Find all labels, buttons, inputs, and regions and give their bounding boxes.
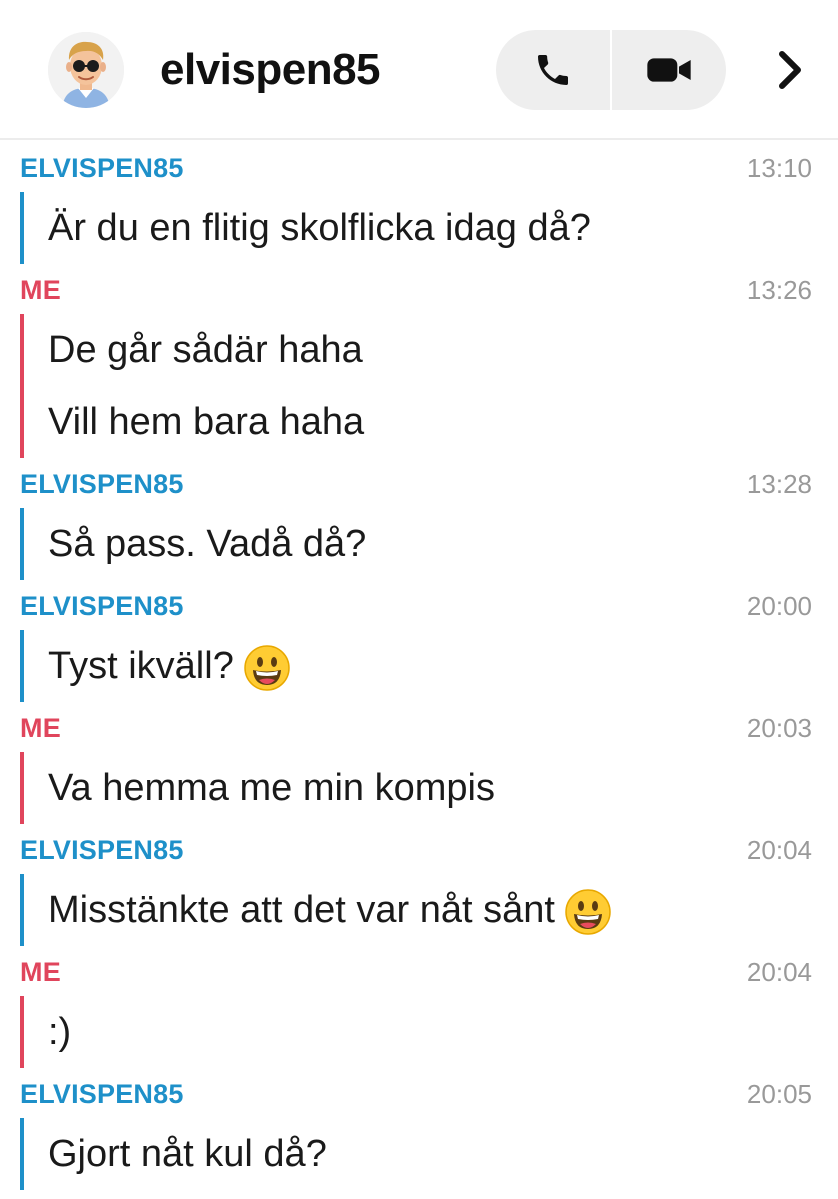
grinning-face-emoji-icon bbox=[565, 887, 611, 935]
message-text-line: Misstänkte att det var nåt sånt bbox=[48, 874, 838, 946]
chevron-right-icon[interactable] bbox=[764, 42, 814, 98]
message-group: ME 20:04:) bbox=[0, 946, 838, 1068]
message-body[interactable]: Misstänkte att det var nåt sånt bbox=[20, 874, 838, 946]
chat-header: elvispen85 bbox=[0, 0, 838, 140]
message-text-line: :) bbox=[48, 996, 838, 1068]
video-camera-icon bbox=[647, 58, 691, 82]
sender-name: ELVISPEN85 bbox=[20, 153, 184, 183]
message-group: ME 13:26 De går sådär haha Vill hem bara ha… bbox=[0, 264, 838, 458]
bitmoji-avatar-icon[interactable] bbox=[48, 32, 124, 108]
message-text-line: Vill hem bara haha bbox=[48, 386, 838, 458]
message-meta: ELVISPEN85 20:05 bbox=[0, 1068, 838, 1118]
message-text: De går sådär haha bbox=[48, 329, 363, 371]
message-timestamp: 13:28 bbox=[746, 469, 812, 499]
message-timestamp: 20:00 bbox=[746, 591, 812, 621]
message-text-line: Är du en flitig skolflicka idag då? bbox=[48, 192, 838, 264]
message-meta: ELVISPEN85 20:00 bbox=[0, 580, 838, 630]
sender-name: ELVISPEN85 bbox=[20, 1079, 184, 1109]
message-text-line: Va hemma me min kompis bbox=[48, 752, 838, 824]
call-controls bbox=[496, 30, 726, 110]
message-timestamp: 20:05 bbox=[746, 1079, 812, 1109]
message-group: ELVISPEN85 20:05 Gjort nåt kul då? bbox=[0, 1068, 838, 1190]
sender-name: ELVISPEN85 bbox=[20, 835, 184, 865]
message-meta: ELVISPEN85 20:04 bbox=[0, 824, 838, 874]
message-meta: ME 20:03 bbox=[0, 702, 838, 752]
message-text-line: Tyst ikväll? bbox=[48, 630, 838, 702]
message-timestamp: 20:04 bbox=[746, 957, 812, 987]
message-timestamp: 20:04 bbox=[746, 835, 812, 865]
message-text: Va hemma me min kompis bbox=[48, 767, 495, 809]
message-text: Misstänkte att det var nåt sånt bbox=[48, 889, 555, 931]
phone-icon bbox=[538, 55, 568, 85]
message-body[interactable]: :) bbox=[20, 996, 838, 1068]
chat-username[interactable]: elvispen85 bbox=[160, 42, 381, 98]
message-meta: ELVISPEN85 13:28 bbox=[0, 458, 838, 508]
message-group: ELVISPEN85 20:00 Tyst ikväll? bbox=[0, 580, 838, 702]
message-body[interactable]: Så pass. Vadå då? bbox=[20, 508, 838, 580]
message-meta: ME 13:26 bbox=[0, 264, 838, 314]
voice-call-button[interactable] bbox=[496, 30, 610, 110]
message-body[interactable]: Tyst ikväll? bbox=[20, 630, 838, 702]
message-text-line: Gjort nåt kul då? bbox=[48, 1118, 838, 1190]
message-text: Vill hem bara haha bbox=[48, 401, 365, 443]
sender-name: ELVISPEN85 bbox=[20, 591, 184, 621]
message-text: Så pass. Vadå då? bbox=[48, 523, 367, 565]
message-text: Tyst ikväll? bbox=[48, 645, 234, 687]
sender-name: ME bbox=[20, 957, 61, 987]
message-text: Är du en flitig skolflicka idag då? bbox=[48, 207, 591, 249]
message-meta: ME 20:04 bbox=[0, 946, 838, 996]
sender-name: ME bbox=[20, 275, 61, 305]
message-text-line: Så pass. Vadå då? bbox=[48, 508, 838, 580]
message-group: ELVISPEN85 13:10 Är du en flitig skolflick… bbox=[0, 142, 838, 264]
message-meta: ELVISPEN85 13:10 bbox=[0, 142, 838, 192]
sender-name: ELVISPEN85 bbox=[20, 469, 184, 499]
message-timestamp: 20:03 bbox=[746, 713, 812, 743]
message-text: :) bbox=[48, 1011, 72, 1053]
message-text: Gjort nåt kul då? bbox=[48, 1133, 327, 1175]
message-body[interactable]: De går sådär haha Vill hem bara haha bbox=[20, 314, 838, 458]
message-group: ELVISPEN85 13:28 Så pass. Vadå då? bbox=[0, 458, 838, 580]
message-group: ME 20:03 Va hemma me min kompis bbox=[0, 702, 838, 824]
video-call-button[interactable] bbox=[612, 30, 726, 110]
message-body[interactable]: Gjort nåt kul då? bbox=[20, 1118, 838, 1190]
message-body[interactable]: Va hemma me min kompis bbox=[20, 752, 838, 824]
message-timestamp: 13:26 bbox=[746, 275, 812, 305]
message-group: ELVISPEN85 20:04 Misstänkte att det var nå… bbox=[0, 824, 838, 946]
message-body[interactable]: Är du en flitig skolflicka idag då? bbox=[20, 192, 838, 264]
sender-name: ME bbox=[20, 713, 61, 743]
message-list[interactable]: ELVISPEN85 13:10 Är du en flitig skolflick… bbox=[0, 142, 838, 1199]
grinning-face-emoji-icon bbox=[244, 643, 290, 691]
message-text-line: De går sådär haha bbox=[48, 314, 838, 386]
message-timestamp: 13:10 bbox=[746, 153, 812, 183]
